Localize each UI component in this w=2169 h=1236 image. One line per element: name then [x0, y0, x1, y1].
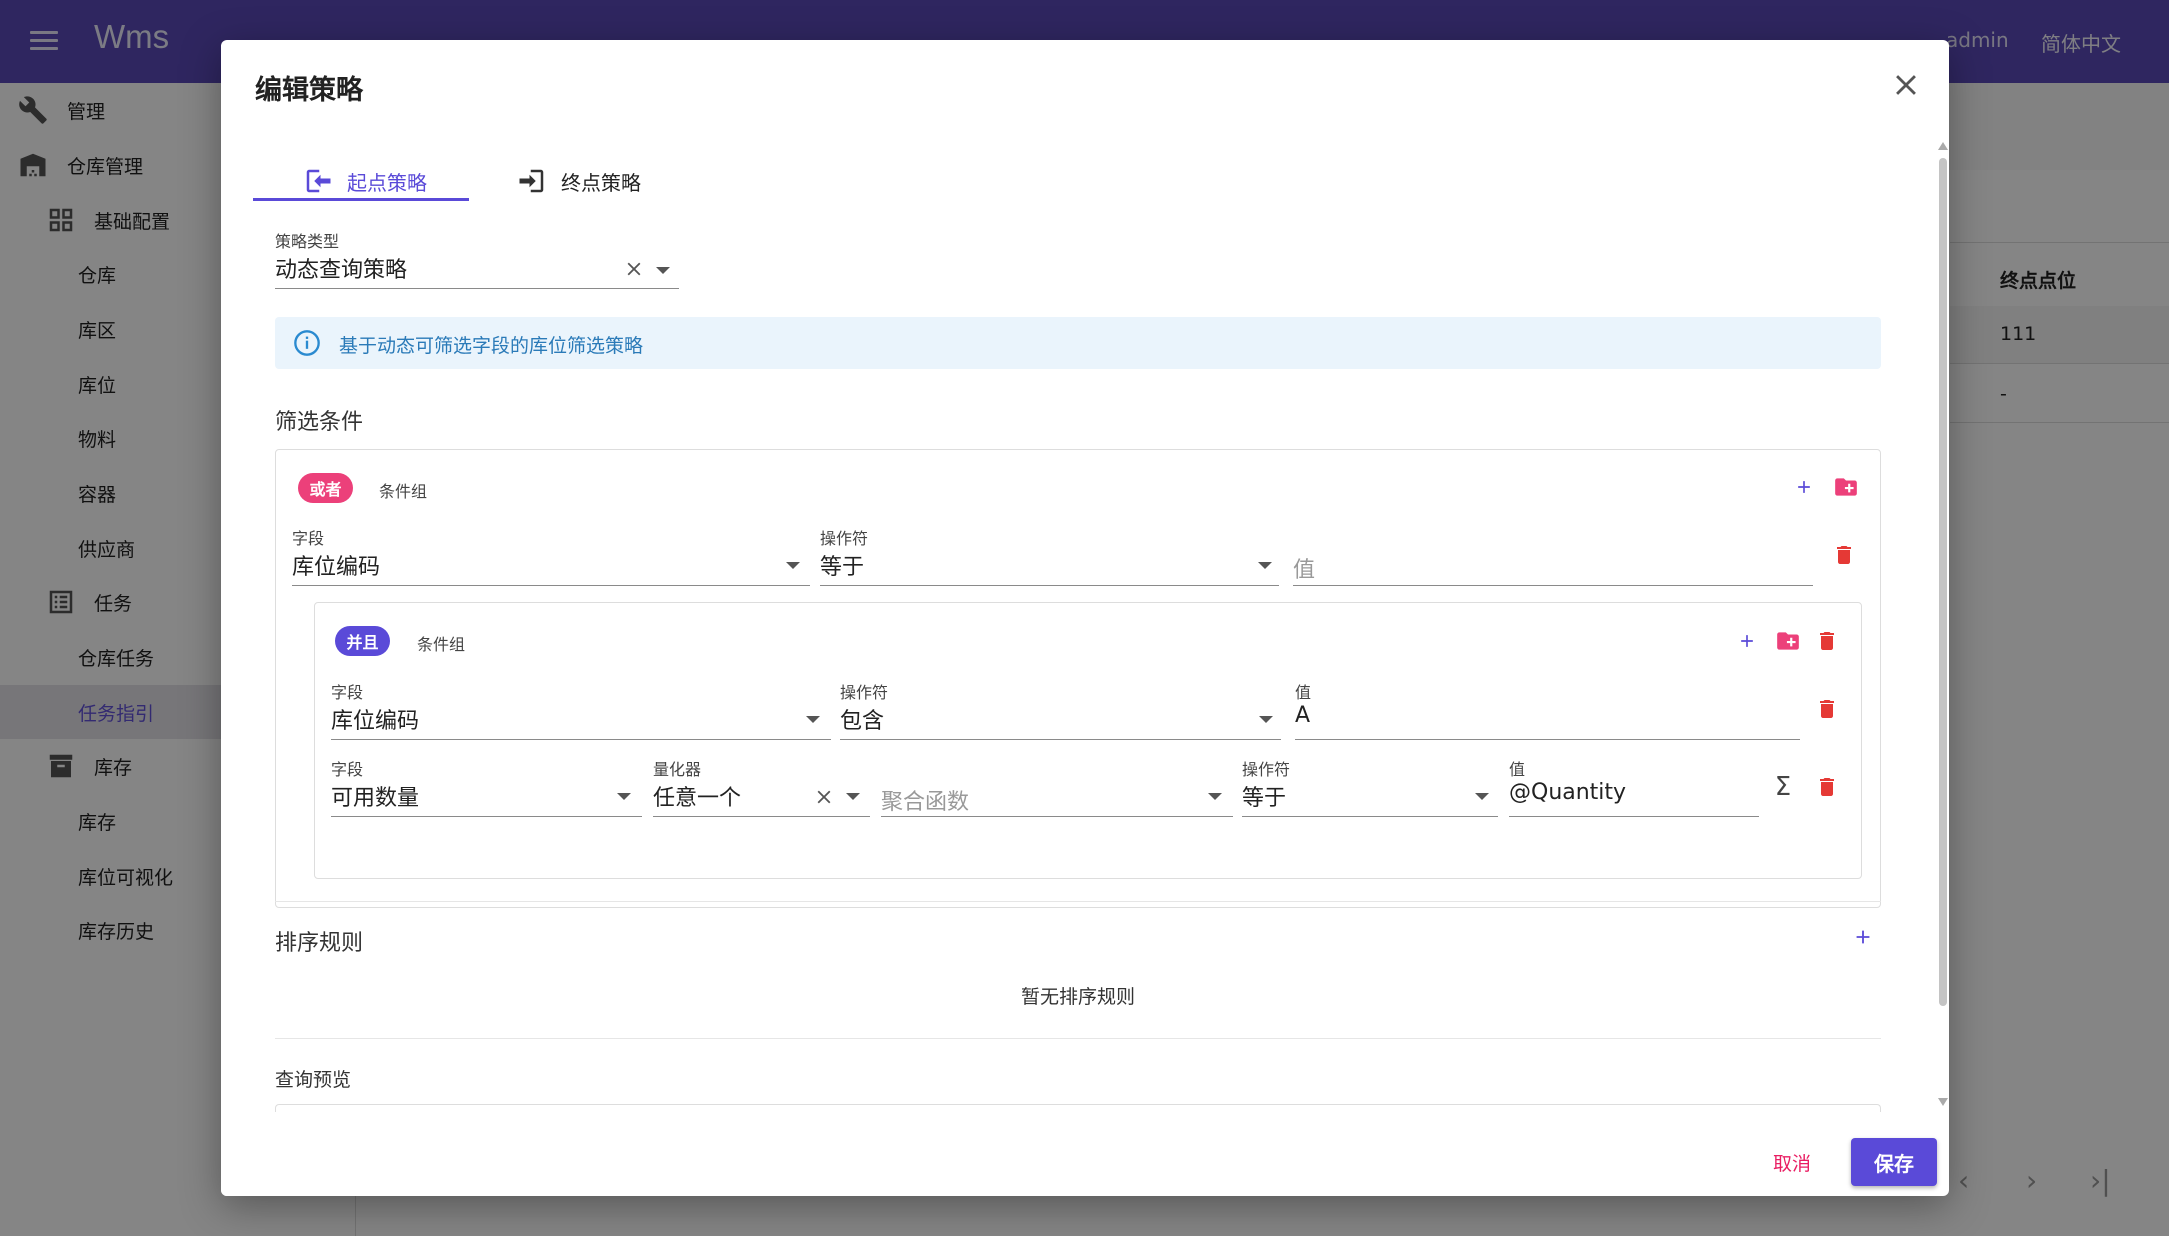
active-tab-indicator [253, 198, 469, 201]
and-chip[interactable]: 并且 [335, 626, 390, 656]
aggregate-underline [881, 816, 1233, 817]
field-label: 字段 [292, 529, 325, 548]
edit-strategy-dialog: 编辑策略 起点策略 终点策略 策略类型 动态查询策略 基于动态可筛选字段的库位筛… [221, 40, 1949, 1196]
operator-label: 操作符 [1242, 760, 1291, 779]
strategy-type-label: 策略类型 [275, 232, 340, 251]
value-input[interactable]: 值 [1293, 552, 1315, 584]
aggregate-select[interactable]: 聚合函数 [881, 784, 969, 816]
field-label: 字段 [331, 683, 364, 702]
chevron-down-icon[interactable] [806, 716, 820, 723]
sigma-icon[interactable]: Σ [1768, 772, 1798, 802]
group-note: 条件组 [379, 482, 428, 501]
delete-group-icon[interactable] [1812, 626, 1842, 656]
clear-icon[interactable] [813, 786, 835, 808]
chevron-down-icon[interactable] [1208, 793, 1222, 800]
chevron-down-icon[interactable] [1258, 562, 1272, 569]
scroll-down-icon[interactable] [1938, 1098, 1948, 1106]
scrollbar[interactable] [1939, 158, 1947, 1006]
field-label: 字段 [331, 760, 364, 779]
value-underline [1509, 816, 1759, 817]
section-divider [275, 901, 1881, 902]
filter-section-title: 筛选条件 [275, 410, 364, 435]
add-condition-icon[interactable] [1789, 472, 1819, 502]
sort-section-title: 排序规则 [275, 931, 364, 956]
preview-title: 查询预览 [275, 1069, 352, 1091]
value-label: 值 [1295, 683, 1312, 702]
chevron-down-icon[interactable] [1259, 716, 1273, 723]
operator-select[interactable]: 等于 [1242, 780, 1286, 812]
operator-label: 操作符 [820, 529, 869, 548]
add-sort-icon[interactable] [1848, 922, 1878, 952]
strategy-type-select[interactable]: 动态查询策略 [275, 252, 407, 284]
field-underline [292, 585, 810, 586]
operator-select[interactable]: 等于 [820, 549, 864, 581]
tab-start-strategy[interactable]: 起点策略 [303, 150, 427, 212]
value-underline [1295, 739, 1800, 740]
tab-label: 终点策略 [561, 170, 641, 195]
dialog-title: 编辑策略 [255, 75, 363, 106]
field-select[interactable]: 可用数量 [331, 780, 419, 812]
value-input[interactable]: @Quantity [1509, 780, 1626, 805]
delete-icon[interactable] [1812, 694, 1842, 724]
operator-underline [1242, 816, 1498, 817]
scroll-up-icon[interactable] [1938, 142, 1948, 150]
quantifier-select[interactable]: 任意一个 [653, 780, 741, 812]
field-select[interactable]: 库位编码 [331, 703, 419, 735]
dialog-footer [221, 1112, 1939, 1196]
chevron-down-icon[interactable] [1475, 793, 1489, 800]
field-underline [331, 739, 831, 740]
info-icon [294, 330, 320, 356]
delete-icon[interactable] [1812, 772, 1842, 802]
chevron-down-icon[interactable] [786, 562, 800, 569]
add-group-icon[interactable] [1831, 472, 1861, 502]
quantifier-underline [653, 816, 870, 817]
tab-end-strategy[interactable]: 终点策略 [517, 150, 641, 212]
logout-icon [519, 169, 544, 193]
field-select[interactable]: 库位编码 [292, 549, 380, 581]
value-label: 值 [1509, 760, 1526, 779]
info-text: 基于动态可筛选字段的库位筛选策略 [339, 335, 644, 357]
chevron-down-icon[interactable] [846, 793, 860, 800]
or-chip[interactable]: 或者 [298, 473, 353, 503]
add-group-icon[interactable] [1773, 626, 1803, 656]
group-note: 条件组 [417, 635, 466, 654]
operator-label: 操作符 [840, 683, 889, 702]
value-underline [1293, 585, 1813, 586]
quantifier-label: 量化器 [653, 760, 702, 779]
login-icon [306, 169, 331, 193]
value-input[interactable]: A [1295, 703, 1310, 728]
add-condition-icon[interactable] [1732, 626, 1762, 656]
operator-underline [840, 739, 1281, 740]
section-divider [275, 1038, 1881, 1039]
sort-empty-text: 暂无排序规则 [1021, 986, 1136, 1008]
field-underline [331, 816, 642, 817]
chevron-down-icon[interactable] [617, 793, 631, 800]
operator-underline [820, 585, 1279, 586]
info-alert: 基于动态可筛选字段的库位筛选策略 [275, 317, 1881, 369]
clear-icon[interactable] [623, 258, 645, 280]
close-icon[interactable] [1889, 68, 1923, 102]
chevron-down-icon[interactable] [656, 267, 670, 274]
tab-label: 起点策略 [347, 170, 427, 195]
delete-icon[interactable] [1829, 540, 1859, 570]
save-button[interactable]: 保存 [1851, 1138, 1937, 1186]
operator-select[interactable]: 包含 [840, 703, 884, 735]
cancel-button[interactable]: 取消 [1759, 1144, 1825, 1180]
nested-condition-group [314, 602, 1862, 879]
strategy-type-underline [275, 288, 679, 289]
